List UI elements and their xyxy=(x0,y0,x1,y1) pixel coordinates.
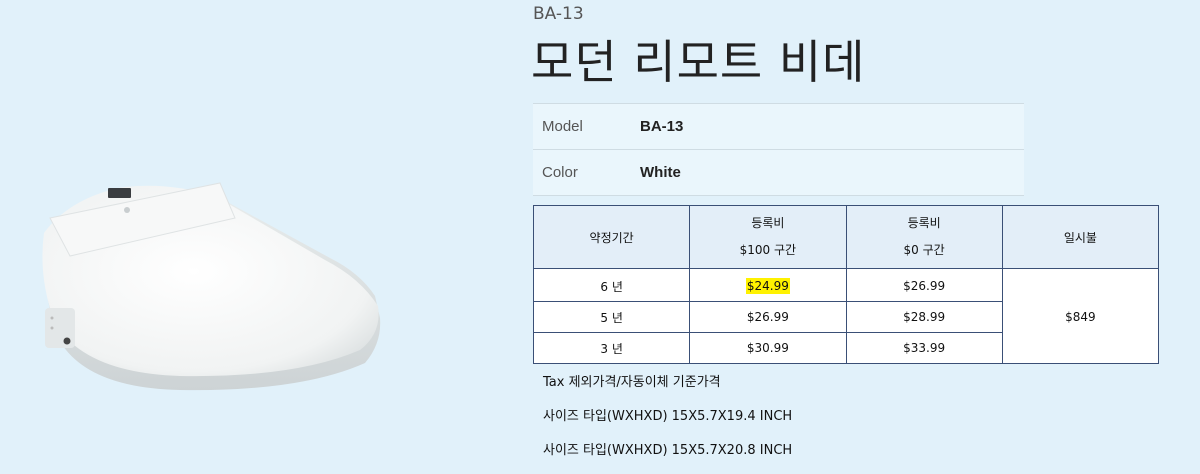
spec-value: BA-13 xyxy=(640,103,1024,150)
spec-key: Color xyxy=(533,149,640,196)
product-sku: BA-13 xyxy=(533,4,584,24)
spec-row-color: Color White xyxy=(533,149,1024,196)
plan-0-cell: $28.99 xyxy=(845,301,1003,333)
period-cell: 5 년 xyxy=(532,301,691,333)
period-cell: 6 년 xyxy=(532,268,691,302)
highlighted-price: $24.99 xyxy=(745,278,790,294)
plan-0-cell: $26.99 xyxy=(845,268,1003,302)
header-plan-100-line1: 등록비 xyxy=(751,216,785,230)
product-title: 모던 리모트 비데 xyxy=(531,35,866,89)
note-size-1: 사이즈 타입(WXHXD) 15X5.7X19.4 INCH xyxy=(543,409,793,424)
header-plan-100-line2: $100 구간 xyxy=(739,243,797,257)
price-row: 6 년 $24.99 $26.99 $849 xyxy=(532,268,1160,364)
header-period: 약정기간 xyxy=(532,205,691,269)
plan-0-cell: $33.99 xyxy=(845,332,1003,364)
note-tax: Tax 제외가격/자동이체 기준가격 xyxy=(543,375,721,390)
header-lump-sum: 일시불 xyxy=(1001,205,1160,269)
lump-sum-cell: $849 xyxy=(1001,268,1160,364)
header-plan-0-line1: 등록비 xyxy=(907,216,941,230)
spec-row-model: Model BA-13 xyxy=(533,103,1024,150)
spec-key: Model xyxy=(533,103,640,150)
period-cell: 3 년 xyxy=(532,332,691,364)
price-table: 약정기간 등록비 $100 구간 등록비 $0 구간 일시불 6 년 $24.9… xyxy=(532,205,1160,364)
plan-100-cell: $26.99 xyxy=(689,301,847,333)
product-notes: Tax 제외가격/자동이체 기준가격 사이즈 타입(WXHXD) 15X5.7X… xyxy=(543,372,792,474)
spec-table: Model BA-13 Color White xyxy=(533,103,1024,196)
price-header-row: 약정기간 등록비 $100 구간 등록비 $0 구간 일시불 xyxy=(532,205,1160,269)
header-plan-0-line2: $0 구간 xyxy=(903,243,945,257)
header-plan-100: 등록비 $100 구간 xyxy=(689,205,847,269)
bidet-seat-image xyxy=(42,182,381,391)
spec-value: White xyxy=(640,149,1024,196)
plan-100-cell: $30.99 xyxy=(689,332,847,364)
plan-100-cell: $24.99 xyxy=(689,268,847,302)
header-plan-0: 등록비 $0 구간 xyxy=(845,205,1003,269)
